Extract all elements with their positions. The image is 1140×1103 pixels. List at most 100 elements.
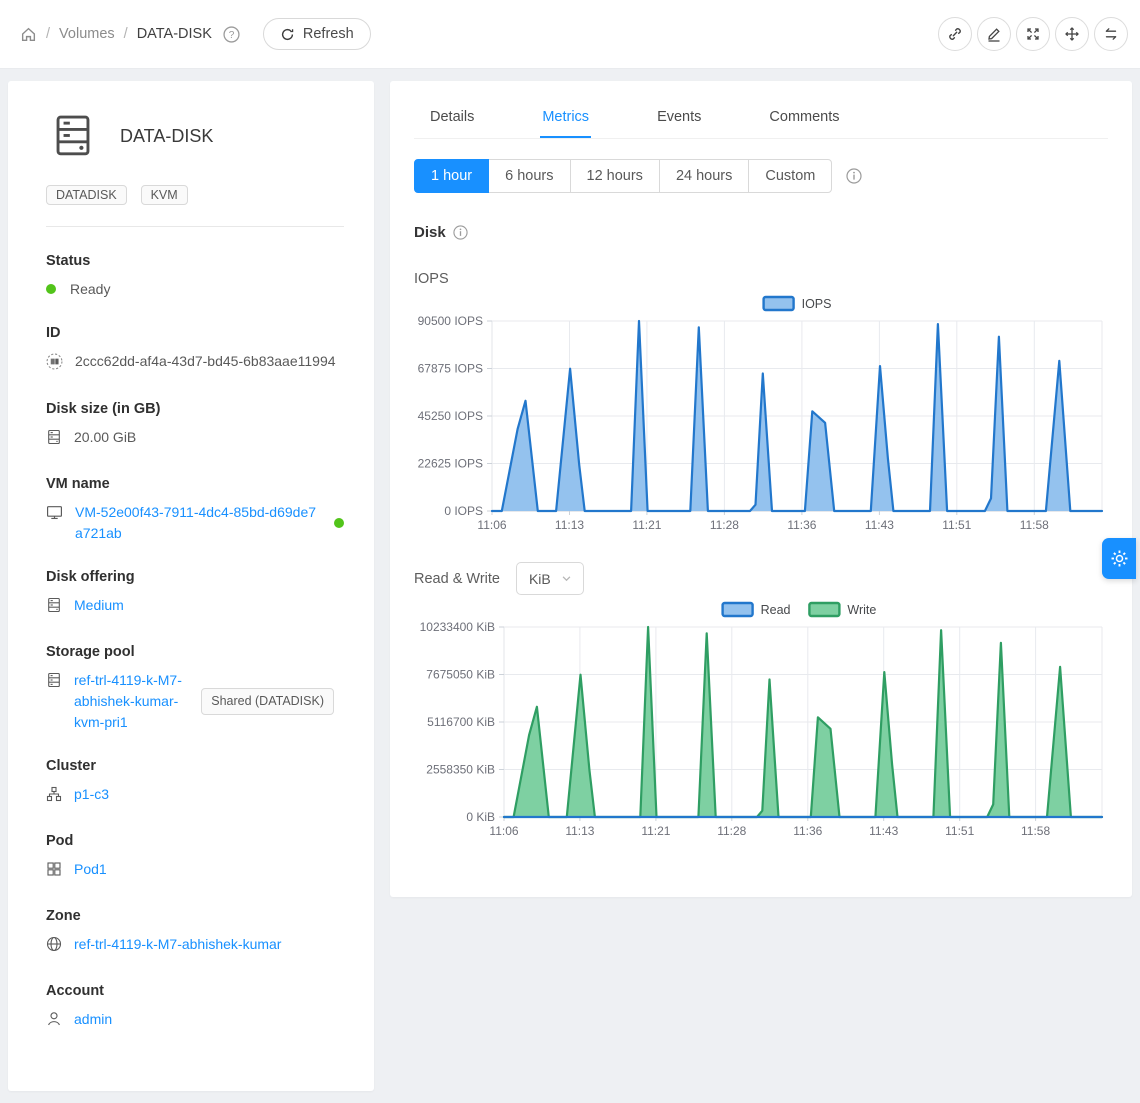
edit-button[interactable] [977, 17, 1011, 51]
tag-kvm: KVM [141, 185, 188, 205]
field-label-status: Status [46, 253, 344, 269]
legend-item[interactable]: IOPS [764, 297, 832, 311]
range-custom[interactable]: Custom [748, 159, 832, 193]
breadcrumb-separator: / [124, 26, 128, 42]
legend-item[interactable]: Write [809, 603, 876, 617]
svg-text:Write: Write [847, 603, 876, 617]
svg-text:11:43: 11:43 [865, 518, 894, 532]
disk-section-label: Disk [414, 224, 446, 241]
breadcrumb-volumes[interactable]: Volumes [59, 26, 115, 42]
legend-item[interactable]: Read [723, 603, 791, 617]
svg-text:90500 IOPS: 90500 IOPS [418, 314, 483, 328]
time-range-group: 1 hour 6 hours 12 hours 24 hours Custom [414, 159, 832, 193]
volume-icon [52, 113, 94, 159]
svg-text:11:43: 11:43 [869, 824, 898, 838]
move-button[interactable] [1055, 17, 1089, 51]
svg-text:11:28: 11:28 [710, 518, 739, 532]
svg-text:11:58: 11:58 [1020, 518, 1049, 532]
resource-title: DATA-DISK [120, 126, 213, 147]
range-6-hours[interactable]: 6 hours [488, 159, 570, 193]
pod-link[interactable]: Pod1 [74, 859, 107, 880]
hdd-icon [46, 597, 62, 619]
svg-text:11:28: 11:28 [717, 824, 746, 838]
svg-text:11:58: 11:58 [1021, 824, 1050, 838]
move-icon [1064, 26, 1080, 42]
svg-text:10233400 KiB: 10233400 KiB [420, 620, 495, 634]
zone-link[interactable]: ref-trl-4119-k-M7-abhishek-kumar [74, 934, 281, 955]
desktop-icon [46, 504, 63, 527]
svg-text:67875 IOPS: 67875 IOPS [418, 362, 483, 376]
refresh-label: Refresh [303, 26, 354, 42]
field-label-vm-name: VM name [46, 476, 344, 492]
tab-metrics[interactable]: Metrics [540, 97, 591, 138]
tab-details[interactable]: Details [428, 97, 476, 138]
cluster-link[interactable]: p1-c3 [74, 784, 109, 805]
swap-button[interactable] [1094, 17, 1128, 51]
header-actions [938, 17, 1128, 51]
link-icon [947, 26, 963, 42]
field-label-disk-size: Disk size (in GB) [46, 401, 344, 417]
tag-datadisk: DATADISK [46, 185, 127, 205]
home-icon[interactable] [20, 26, 37, 43]
refresh-icon [280, 27, 295, 42]
field-id: ID 2ccc62dd-af4a-43d7-bd45-6b83aae11994 [46, 325, 344, 376]
iops-chart-title: IOPS [414, 271, 1108, 287]
status-value: Ready [70, 279, 110, 300]
disk-section-title: Disk [414, 224, 1108, 241]
unit-select[interactable]: KiB [516, 562, 584, 595]
refresh-button[interactable]: Refresh [263, 18, 371, 50]
help-icon[interactable]: ? [223, 26, 240, 43]
svg-text:?: ? [229, 30, 235, 41]
svg-text:11:36: 11:36 [787, 518, 816, 532]
field-pod: Pod Pod1 [46, 833, 344, 883]
svg-text:11:13: 11:13 [555, 518, 584, 532]
storage-pool-badge: Shared (DATADISK) [201, 688, 334, 715]
vm-name-link[interactable]: VM-52e00f43-7911-4dc4-85bd-d69de7a721ab [75, 502, 322, 544]
copy-link-button[interactable] [938, 17, 972, 51]
svg-text:11:06: 11:06 [477, 518, 506, 532]
field-zone: Zone ref-trl-4119-k-M7-abhishek-kumar [46, 908, 344, 958]
svg-text:45250 IOPS: 45250 IOPS [418, 409, 483, 423]
svg-text:5116700 KiB: 5116700 KiB [427, 715, 495, 729]
field-account: Account admin [46, 983, 344, 1033]
tab-events[interactable]: Events [655, 97, 703, 138]
svg-text:11:51: 11:51 [945, 824, 974, 838]
field-disk-size: Disk size (in GB) 20.00 GiB [46, 401, 344, 451]
read-write-row: Read & Write KiB [414, 562, 1108, 595]
divider [46, 226, 344, 227]
read-write-chart: 0 KiB2558350 KiB5116700 KiB7675050 KiB10… [414, 595, 1108, 845]
vm-status-dot [334, 518, 344, 528]
tab-bar: Details Metrics Events Comments [414, 97, 1108, 139]
field-label-id: ID [46, 325, 344, 341]
info-icon[interactable] [453, 225, 468, 240]
info-icon[interactable] [846, 168, 862, 184]
tab-comments[interactable]: Comments [767, 97, 841, 138]
range-24-hours[interactable]: 24 hours [659, 159, 749, 193]
breadcrumb: / Volumes / DATA-DISK ? Refresh [20, 18, 371, 50]
disk-size-value: 20.00 GiB [74, 427, 136, 448]
storage-pool-link[interactable]: ref-trl-4119-k-M7-abhishek-kumar-kvm-pri… [74, 670, 183, 733]
svg-text:22625 IOPS: 22625 IOPS [418, 457, 483, 471]
fullscreen-button[interactable] [1016, 17, 1050, 51]
field-label-disk-offering: Disk offering [46, 569, 344, 585]
field-disk-offering: Disk offering Medium [46, 569, 344, 619]
app-header: / Volumes / DATA-DISK ? Refresh [0, 0, 1140, 69]
appstore-icon [46, 861, 62, 883]
svg-text:11:36: 11:36 [793, 824, 822, 838]
svg-text:11:13: 11:13 [565, 824, 594, 838]
account-link[interactable]: admin [74, 1009, 112, 1030]
range-1-hour[interactable]: 1 hour [414, 159, 489, 193]
svg-text:2558350 KiB: 2558350 KiB [426, 763, 495, 777]
field-label-storage-pool: Storage pool [46, 644, 344, 660]
user-icon [46, 1011, 62, 1033]
svg-text:0 IOPS: 0 IOPS [444, 504, 483, 518]
disk-offering-link[interactable]: Medium [74, 595, 124, 616]
fullscreen-icon [1025, 26, 1041, 42]
settings-fab-button[interactable] [1102, 538, 1136, 579]
hdd-icon [46, 429, 62, 451]
range-12-hours[interactable]: 12 hours [570, 159, 660, 193]
database-icon [46, 672, 62, 694]
status-dot [46, 284, 56, 294]
field-label-cluster: Cluster [46, 758, 344, 774]
resource-info-card: DATA-DISK DATADISK KVM Status Ready ID [8, 81, 374, 1091]
